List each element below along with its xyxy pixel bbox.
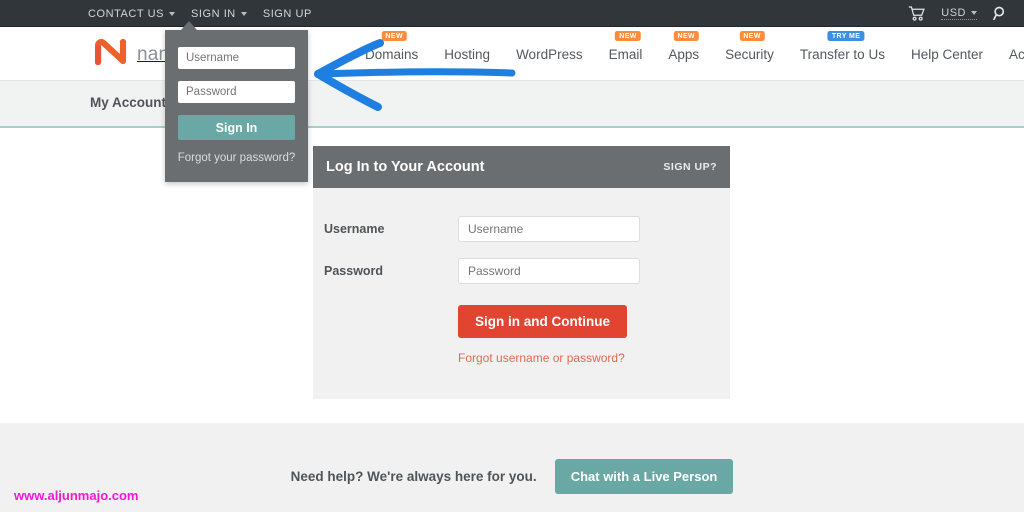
top-link-label: SIGN IN (191, 7, 236, 20)
watermark-text: www.aljunmajo.com (14, 488, 139, 503)
namecheap-n-logo (94, 38, 129, 70)
popover-password-input[interactable] (178, 81, 295, 103)
nav-item-domains[interactable]: NEW Domains (352, 30, 431, 62)
help-band: Need help? We're always here for you. Ch… (0, 423, 1024, 512)
nav-item-transfer-to-us[interactable]: TRY ME Transfer to Us (787, 30, 898, 62)
sign-in-popover: Sign In Forgot your password? (165, 30, 308, 182)
top-utility-bar: CONTACT US SIGN IN SIGN UP USD (0, 0, 1024, 27)
popover-caret-icon (181, 21, 197, 30)
nav-item-label: Account (1009, 46, 1024, 62)
nav-item-email[interactable]: NEW Email (596, 30, 656, 62)
forgot-username-or-password-link[interactable]: Forgot username or password? (313, 351, 730, 365)
namecheap-logo-link[interactable]: nam (94, 38, 175, 70)
top-link-sign-in[interactable]: SIGN IN (191, 8, 247, 20)
chevron-down-icon (240, 11, 247, 16)
nav-item-security[interactable]: NEW Security (712, 30, 787, 62)
popover-sign-in-button[interactable]: Sign In (178, 115, 295, 140)
top-utility-actions: USD (908, 0, 1008, 27)
username-input[interactable] (458, 216, 640, 242)
nav-item-label: WordPress (516, 46, 583, 62)
currency-label: USD (941, 7, 966, 19)
top-link-contact-us[interactable]: CONTACT US (88, 8, 175, 20)
login-card-body: Username Password Sign in and Continue F… (313, 188, 730, 399)
popover-username-input[interactable] (178, 47, 295, 69)
login-card-header: Log In to Your Account SIGN UP? (313, 146, 730, 188)
top-link-label: SIGN UP (262, 7, 312, 20)
currency-selector[interactable]: USD (941, 7, 977, 20)
password-input[interactable] (458, 258, 640, 284)
search-icon[interactable] (993, 6, 1008, 21)
password-label: Password (324, 264, 384, 278)
page-root: CONTACT US SIGN IN SIGN UP USD nam NEW D… (0, 0, 1024, 512)
nav-item-label: Email (608, 46, 643, 62)
nav-item-label: Security (725, 46, 774, 62)
help-band-inner: Need help? We're always here for you. Ch… (0, 459, 1024, 494)
nav-item-hosting[interactable]: Hosting (431, 47, 503, 62)
nav-item-label: Hosting (444, 46, 491, 62)
sign-in-and-continue-button[interactable]: Sign in and Continue (458, 305, 627, 338)
login-card-title: Log In to Your Account (326, 159, 485, 175)
badge-new: NEW (381, 30, 407, 41)
submit-row: Sign in and Continue (313, 305, 730, 338)
badge-new: NEW (673, 30, 700, 41)
chevron-down-icon (971, 11, 977, 15)
nav-item-help-center[interactable]: Help Center (898, 47, 996, 62)
badge-new: NEW (615, 30, 641, 41)
nav-item-apps[interactable]: NEW Apps (655, 30, 712, 62)
nav-item-label: Help Center (910, 46, 983, 62)
top-link-label: CONTACT US (88, 7, 164, 20)
sign-up-link[interactable]: SIGN UP? (663, 161, 717, 173)
username-field-row: Username (313, 216, 730, 242)
nav-item-label: Transfer to Us (799, 46, 885, 62)
breadcrumb-bar: My Account – (0, 81, 1024, 128)
top-utility-links: CONTACT US SIGN IN SIGN UP (88, 0, 312, 27)
password-field-row: Password (313, 258, 730, 284)
chevron-down-icon (169, 11, 175, 16)
nav-item-label: Domains (365, 46, 419, 62)
nav-item-account[interactable]: Account (996, 47, 1024, 62)
username-label: Username (324, 222, 385, 236)
chat-with-live-person-button[interactable]: Chat with a Live Person (554, 459, 734, 494)
popover-forgot-password-link[interactable]: Forgot your password? (165, 152, 308, 164)
nav-item-label: Apps (668, 46, 700, 62)
help-text: Need help? We're always here for you. (290, 469, 537, 484)
nav-item-wordpress[interactable]: WordPress (503, 47, 596, 62)
primary-nav: NEW Domains Hosting WordPress NEW Email … (352, 27, 1024, 81)
badge-new: NEW (739, 30, 765, 41)
shopping-cart-icon[interactable] (908, 6, 926, 21)
badge-try-me: TRY ME (827, 30, 865, 41)
main-nav-bar: nam NEW Domains Hosting WordPress NEW Em… (0, 27, 1024, 81)
top-link-sign-up[interactable]: SIGN UP (263, 8, 312, 20)
login-card: Log In to Your Account SIGN UP? Username… (313, 146, 730, 399)
